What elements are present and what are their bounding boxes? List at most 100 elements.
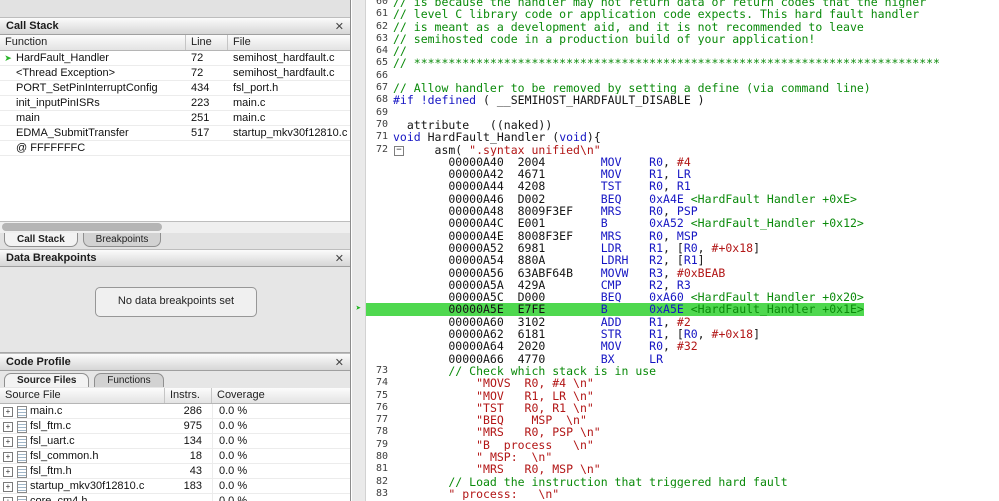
code-line[interactable]: 00000A4C E001 B 0xA52 <HardFault_Handler… (352, 217, 999, 230)
gutter-cell[interactable] (352, 192, 366, 206)
code-line[interactable]: 65 // ***********************************… (352, 57, 999, 70)
gutter-cell[interactable] (352, 8, 366, 21)
code-line[interactable]: 67 // Allow handler to be removed by sett… (352, 82, 999, 95)
tab-call-stack[interactable]: Call Stack (4, 233, 78, 247)
code-line[interactable]: 64 // (352, 45, 999, 58)
code-line[interactable]: 61 // level C library code or application… (352, 8, 999, 21)
gutter-cell[interactable] (352, 131, 366, 144)
gutter-cell[interactable] (352, 389, 366, 402)
expand-icon[interactable]: + (3, 497, 13, 501)
gutter-cell[interactable] (352, 463, 366, 476)
code-line[interactable]: 00000A48 8009F3EF MRS R0, PSP (352, 205, 999, 218)
code-line[interactable]: 00000A60 3102 ADD R1, #2 (352, 315, 999, 329)
profile-row[interactable]: + main.c 286 0.0 % (0, 404, 350, 419)
code-line[interactable]: 62 // is meant as a development aid, and … (352, 20, 999, 33)
gutter-cell[interactable] (352, 414, 366, 427)
column-header-source-file[interactable]: Source File (0, 388, 165, 403)
close-icon[interactable]: ✕ (335, 20, 344, 33)
tab-source-files[interactable]: Source Files (4, 373, 90, 387)
gutter-cell[interactable] (352, 217, 366, 230)
code-line[interactable]: 70 __attribute__ ((naked)) (352, 118, 999, 132)
gutter-cell[interactable] (352, 352, 366, 365)
gutter-cell[interactable] (352, 401, 366, 415)
expand-icon[interactable]: + (3, 437, 13, 447)
call-stack-row[interactable]: main 251 main.c (0, 111, 350, 126)
expand-icon[interactable]: + (3, 482, 13, 492)
code-line[interactable]: 80 "_MSP: \n" (352, 450, 999, 464)
code-line[interactable]: 72− __asm( ".syntax unified\n" (352, 143, 999, 156)
gutter-cell[interactable] (352, 155, 366, 169)
gutter-cell[interactable] (352, 487, 366, 501)
gutter-cell[interactable] (352, 20, 366, 33)
code-line[interactable]: 00000A66 4770 BX LR (352, 352, 999, 365)
gutter-cell[interactable] (352, 118, 366, 132)
gutter-cell[interactable] (352, 45, 366, 58)
code-line[interactable]: 00000A44 4208 TST R0, R1 (352, 180, 999, 193)
gutter-cell[interactable] (352, 82, 366, 95)
column-header-function[interactable]: Function (0, 35, 186, 50)
code-line[interactable]: 77 "BEQ _MSP \n" (352, 414, 999, 427)
code-line[interactable]: 75 "MOV R1, LR \n" (352, 389, 999, 402)
gutter-cell[interactable] (352, 475, 366, 488)
gutter-cell[interactable] (352, 94, 366, 107)
fold-collapse-icon[interactable]: − (394, 145, 404, 156)
gutter-cell[interactable] (352, 143, 366, 156)
code-line[interactable]: 00000A4E 8008F3EF MRS R0, MSP (352, 229, 999, 242)
column-header-line[interactable]: Line (186, 35, 228, 50)
close-icon[interactable]: ✕ (335, 356, 344, 369)
gutter-cell[interactable] (352, 266, 366, 279)
gutter-cell[interactable] (352, 241, 366, 255)
gutter-cell[interactable] (352, 106, 366, 119)
tab-functions[interactable]: Functions (94, 373, 164, 387)
code-line[interactable]: 00000A5C D000 BEQ 0xA60 <HardFault_Handl… (352, 291, 999, 304)
gutter-cell[interactable] (352, 426, 366, 439)
code-line[interactable]: 73 // Check which stack is in use (352, 364, 999, 378)
gutter-cell[interactable] (352, 438, 366, 451)
code-line[interactable]: 00000A5A 429A CMP R2, R3 (352, 278, 999, 292)
profile-row[interactable]: + fsl_ftm.h 43 0.0 % (0, 464, 350, 479)
scrollbar-thumb[interactable] (2, 223, 162, 231)
call-stack-row[interactable]: PORT_SetPinInterruptConfig 434 fsl_port.h (0, 81, 350, 96)
code-line[interactable]: 00000A52 6981 LDR R1, [R0, #+0x18] (352, 241, 999, 255)
gutter-cell[interactable] (352, 278, 366, 292)
call-stack-row[interactable]: init_inputPinISRs 223 main.c (0, 96, 350, 111)
code-line[interactable]: 71 void HardFault_Handler (void){ (352, 131, 999, 144)
code-line[interactable]: 00000A64 2020 MOV R0, #32 (352, 340, 999, 353)
profile-row[interactable]: + fsl_common.h 18 0.0 % (0, 449, 350, 464)
call-stack-row[interactable]: <Thread Exception> 72 semihost_hardfault.c (0, 66, 350, 81)
code-line[interactable]: 00000A40 2004 MOV R0, #4 (352, 155, 999, 169)
code-line[interactable]: 00000A42 4671 MOV R1, LR (352, 168, 999, 181)
profile-row[interactable]: + core_cm4.h 0.0 % (0, 494, 350, 501)
gutter-cell[interactable] (352, 205, 366, 218)
expand-icon[interactable]: + (3, 422, 13, 432)
code-line[interactable]: 00000A56 63ABF64B MOVW R3, #0xBEAB (352, 266, 999, 279)
code-line[interactable]: 78 "MRS R0, PSP \n" (352, 426, 999, 439)
call-stack-row[interactable]: @ FFFFFFFC (0, 141, 350, 156)
code-line[interactable]: 68 #if !defined ( __SEMIHOST_HARDFAULT_DI… (352, 94, 999, 107)
gutter-cell[interactable] (352, 340, 366, 353)
column-header-coverage[interactable]: Coverage (212, 388, 350, 403)
gutter-cell[interactable] (352, 229, 366, 242)
code-line[interactable]: 00000A54 880A LDRH R2, [R1] (352, 254, 999, 267)
gutter-cell[interactable] (352, 328, 366, 341)
code-line[interactable]: 76 "TST R0, R1 \n" (352, 401, 999, 415)
gutter-cell[interactable] (352, 254, 366, 267)
code-line[interactable]: 81 "MRS R0, MSP \n" (352, 463, 999, 476)
column-header-instrs[interactable]: Instrs. (165, 388, 212, 403)
expand-icon[interactable]: + (3, 452, 13, 462)
code-line[interactable]: 60 // is because the handler may not retu… (352, 0, 999, 9)
code-line[interactable]: 69 (352, 106, 999, 119)
close-icon[interactable]: ✕ (335, 252, 344, 265)
source-editor[interactable]: 60 // is because the handler may not retu… (352, 0, 999, 501)
profile-row[interactable]: + fsl_ftm.c 975 0.0 % (0, 419, 350, 434)
code-line[interactable]: 00000A46 D002 BEQ 0xA4E <HardFault_Handl… (352, 192, 999, 206)
code-line[interactable]: 63 // semihosted code in a production bui… (352, 32, 999, 46)
gutter-cell[interactable] (352, 69, 366, 83)
code-line[interactable]: ➤ 00000A5E E7FE B 0xA5E <HardFault_Handl… (352, 303, 999, 316)
call-stack-row[interactable]: EDMA_SubmitTransfer 517 startup_mkv30f1281… (0, 126, 350, 141)
profile-row[interactable]: + startup_mkv30f12810.c 183 0.0 % (0, 479, 350, 494)
tab-breakpoints[interactable]: Breakpoints (82, 233, 162, 247)
code-line[interactable]: 00000A62 6181 STR R1, [R0, #+0x18] (352, 328, 999, 341)
expand-icon[interactable]: + (3, 467, 13, 477)
code-line[interactable]: 66 (352, 69, 999, 83)
